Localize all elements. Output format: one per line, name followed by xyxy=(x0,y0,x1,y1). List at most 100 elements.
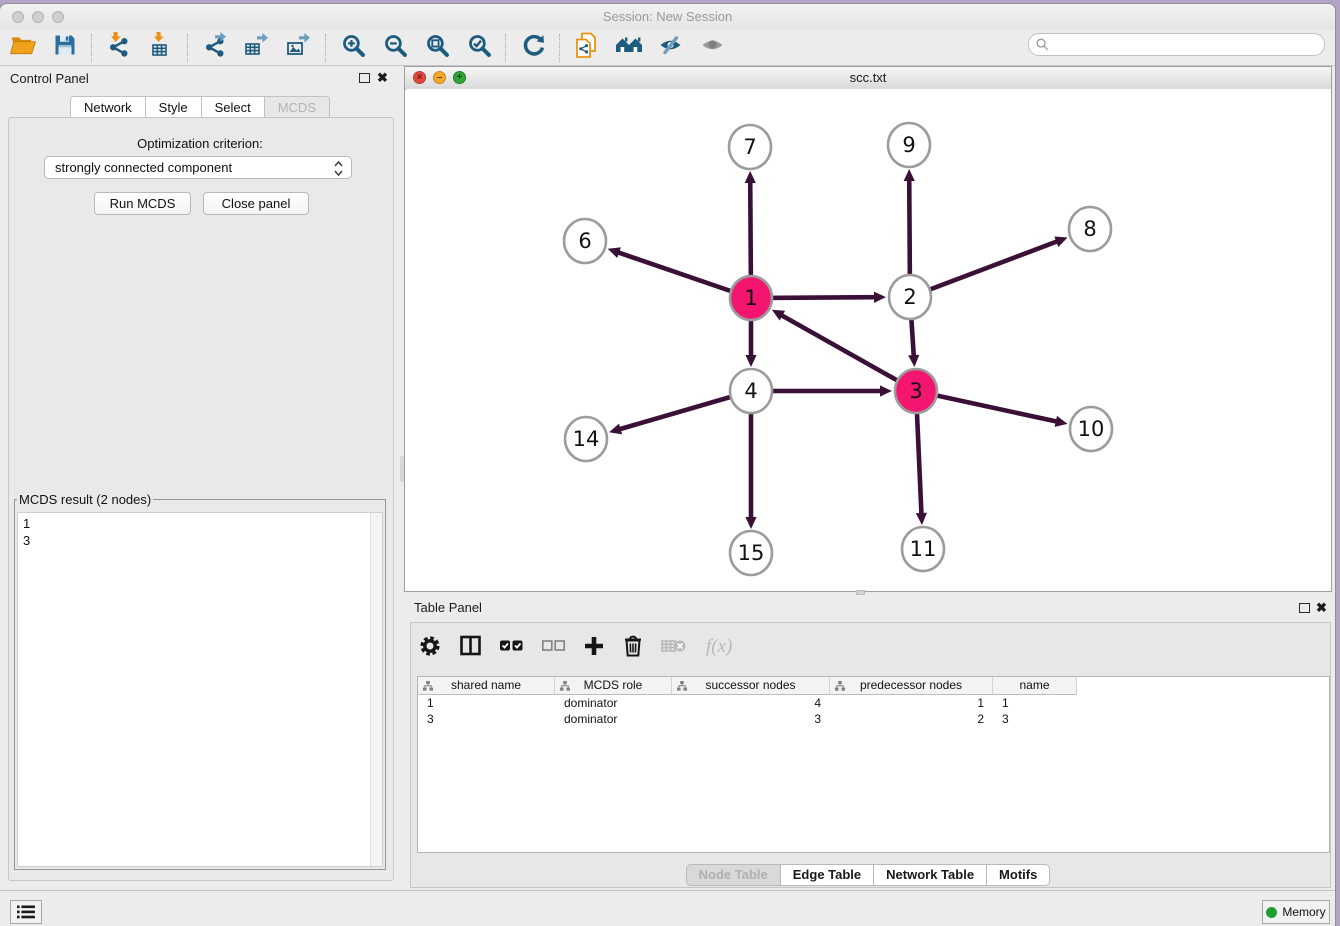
zoom-out-button[interactable] xyxy=(380,34,410,62)
import-table-button[interactable] xyxy=(146,34,176,62)
cell-predecessor-nodes[interactable]: 2 xyxy=(830,711,993,727)
svg-text:3: 3 xyxy=(909,379,922,403)
optimization-criterion-select[interactable]: strongly connected component xyxy=(44,156,352,179)
network-window-titlebar[interactable]: × – + scc.txt xyxy=(405,67,1331,90)
export-network-icon xyxy=(202,32,228,63)
node-2[interactable]: 2 xyxy=(889,275,931,319)
select-all-button[interactable] xyxy=(499,633,524,663)
cell-name[interactable]: 3 xyxy=(993,711,1077,727)
zoom-in-button[interactable] xyxy=(338,34,368,62)
gear-button[interactable] xyxy=(418,633,442,663)
svg-text:9: 9 xyxy=(902,133,915,157)
deselect-all-button[interactable] xyxy=(541,633,566,663)
select-all-icon xyxy=(499,638,524,658)
tab-mcds[interactable]: MCDS xyxy=(265,96,330,119)
task-history-button[interactable] xyxy=(10,900,42,924)
tab-motifs[interactable]: Motifs xyxy=(987,864,1050,886)
mcds-result-textarea[interactable]: 1 3 xyxy=(17,512,383,867)
zoom-in-icon xyxy=(342,34,365,62)
vertical-split-handle[interactable] xyxy=(400,456,404,482)
export-table-button[interactable] xyxy=(242,34,272,62)
main-toolbar xyxy=(0,30,1335,66)
tab-network-table[interactable]: Network Table xyxy=(874,864,987,886)
open-file-button[interactable] xyxy=(8,34,38,62)
column-header-name[interactable]: name xyxy=(993,677,1077,695)
node-7[interactable]: 7 xyxy=(729,125,771,169)
delete-column-button[interactable] xyxy=(622,633,644,663)
svg-text:10: 10 xyxy=(1078,417,1105,441)
save-session-button[interactable] xyxy=(50,34,80,62)
result-scrollbar[interactable] xyxy=(370,513,382,866)
node-8[interactable]: 8 xyxy=(1069,207,1111,251)
cell-predecessor-nodes[interactable]: 1 xyxy=(830,695,993,711)
import-network-button[interactable] xyxy=(104,34,134,62)
cell-shared-name[interactable]: 3 xyxy=(418,711,555,727)
zoom-selected-button[interactable] xyxy=(464,34,494,62)
app-titlebar[interactable]: Session: New Session xyxy=(0,4,1335,31)
node-14[interactable]: 14 xyxy=(565,417,607,461)
export-image-button[interactable] xyxy=(284,34,314,62)
control-panel-title: Control Panel xyxy=(10,71,89,86)
horizontal-split-handle[interactable] xyxy=(856,590,865,595)
zoom-fit-button[interactable] xyxy=(422,34,452,62)
table-close-panel-icon[interactable]: ✖ xyxy=(1316,600,1327,616)
edge-3-1[interactable] xyxy=(781,315,916,391)
node-15[interactable]: 15 xyxy=(730,531,772,575)
tab-edge-table[interactable]: Edge Table xyxy=(781,864,874,886)
node-9[interactable]: 9 xyxy=(888,123,930,167)
column-header-predecessor-nodes[interactable]: predecessor nodes xyxy=(830,677,993,695)
list-icon xyxy=(16,904,36,920)
split-view-button[interactable] xyxy=(459,633,482,663)
run-mcds-button[interactable]: Run MCDS xyxy=(94,192,191,215)
delete-column-icon xyxy=(622,634,644,663)
close-panel-icon[interactable]: ✖ xyxy=(377,70,388,86)
network-window-title: scc.txt xyxy=(405,70,1331,85)
table-row[interactable]: 1dominator411 xyxy=(418,695,1077,711)
cell-MCDS-role[interactable]: dominator xyxy=(555,711,672,727)
search-input[interactable] xyxy=(1053,36,1324,54)
show-all-icon xyxy=(700,33,727,62)
tab-node-table[interactable]: Node Table xyxy=(686,864,781,886)
column-header-shared-name[interactable]: shared name xyxy=(418,677,555,695)
zoom-selected-icon xyxy=(468,34,491,62)
tab-select[interactable]: Select xyxy=(202,96,265,119)
node-3[interactable]: 3 xyxy=(895,369,937,413)
search-icon xyxy=(1036,38,1049,51)
node-11[interactable]: 11 xyxy=(902,527,944,571)
edge-arrow-4-14 xyxy=(609,424,622,435)
table-float-panel-icon[interactable] xyxy=(1299,603,1310,613)
tab-style[interactable]: Style xyxy=(146,96,202,119)
export-network-button[interactable] xyxy=(200,34,230,62)
tab-network[interactable]: Network xyxy=(70,96,146,119)
network-canvas[interactable]: 7 9 6 8 1 2 4 3 14 10 15 11 xyxy=(406,89,1331,591)
float-panel-icon[interactable] xyxy=(359,73,370,83)
node-10[interactable]: 10 xyxy=(1070,407,1112,451)
search-box[interactable] xyxy=(1028,33,1325,56)
cell-successor-nodes[interactable]: 4 xyxy=(672,695,830,711)
memory-button[interactable]: Memory xyxy=(1262,900,1330,924)
cell-name[interactable]: 1 xyxy=(993,695,1077,711)
apply-layout-icon xyxy=(521,33,546,63)
node-4[interactable]: 4 xyxy=(730,369,772,413)
gear-icon xyxy=(418,634,442,663)
node-6[interactable]: 6 xyxy=(564,219,606,263)
cell-successor-nodes[interactable]: 3 xyxy=(672,711,830,727)
home-icon xyxy=(615,33,643,62)
column-header-successor-nodes[interactable]: successor nodes xyxy=(672,677,830,695)
table-row[interactable]: 3dominator323 xyxy=(418,711,1077,727)
toolbar-separator xyxy=(91,34,93,62)
cell-MCDS-role[interactable]: dominator xyxy=(555,695,672,711)
show-all-button[interactable] xyxy=(698,34,728,62)
home-button[interactable] xyxy=(614,34,644,62)
apply-layout-button[interactable] xyxy=(518,34,548,62)
cell-shared-name[interactable]: 1 xyxy=(418,695,555,711)
edge-2-8[interactable] xyxy=(910,241,1058,297)
network-graph[interactable]: 7 9 6 8 1 2 4 3 14 10 15 11 xyxy=(406,89,1331,591)
open-file-icon xyxy=(10,33,36,62)
hide-selected-button[interactable] xyxy=(656,34,686,62)
add-column-button[interactable] xyxy=(583,633,605,663)
duplicate-network-button[interactable] xyxy=(572,34,602,62)
node-1[interactable]: 1 xyxy=(730,276,772,320)
column-header-MCDS-role[interactable]: MCDS role xyxy=(555,677,672,695)
close-panel-button[interactable]: Close panel xyxy=(203,192,309,215)
